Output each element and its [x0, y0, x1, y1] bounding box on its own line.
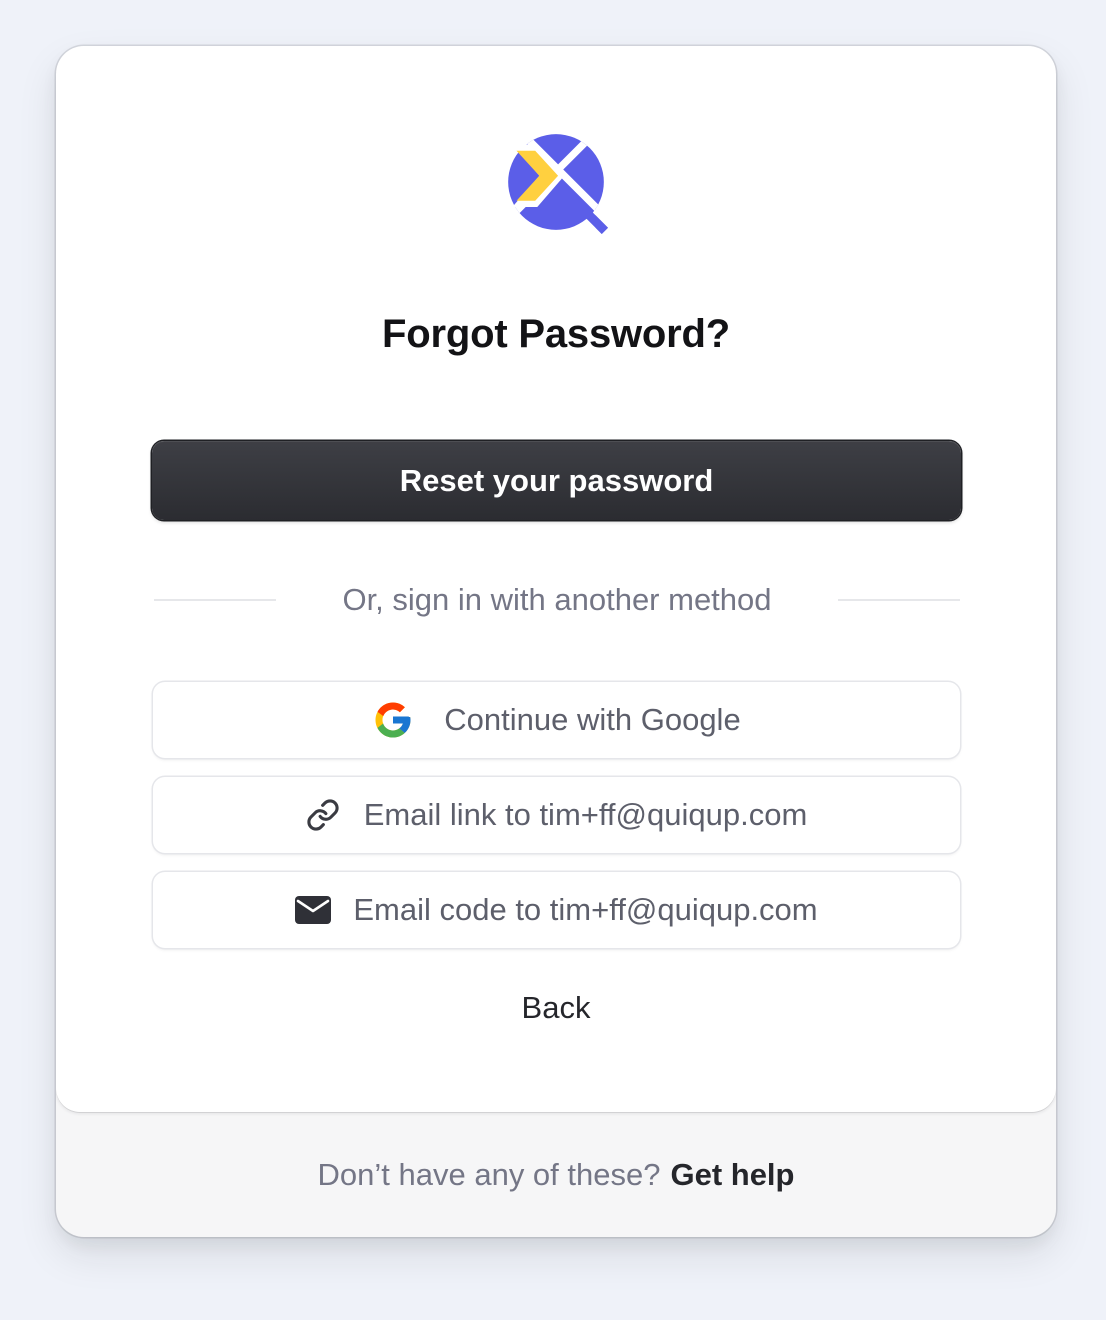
- divider-text: Or, sign in with another method: [342, 582, 772, 617]
- footer-text: Don’t have any of these?: [317, 1156, 661, 1192]
- page-title: Forgot Password?: [382, 312, 730, 356]
- sign-in-card: Forgot Password? Reset your password Or,…: [56, 46, 1056, 1237]
- google-icon: [372, 699, 414, 741]
- reset-password-button[interactable]: Reset your password: [152, 441, 961, 520]
- email-code-button[interactable]: Email code to tim+ff@quiqup.com: [153, 872, 960, 948]
- method-divider: Or, sign in with another method: [154, 580, 960, 620]
- link-icon: [306, 798, 340, 832]
- envelope-icon: [295, 892, 332, 928]
- email-link-label: Email link to tim+ff@quiqup.com: [363, 797, 808, 832]
- divider-line-right: [838, 599, 960, 601]
- continue-with-google-button[interactable]: Continue with Google: [153, 682, 960, 758]
- card-footer: Don’t have any of these? Get help: [56, 1112, 1056, 1237]
- quiqup-logo-icon: [504, 130, 608, 234]
- reset-password-label: Reset your password: [399, 462, 714, 498]
- divider-line-left: [154, 599, 276, 601]
- back-link[interactable]: Back: [56, 990, 1056, 1026]
- email-link-button[interactable]: Email link to tim+ff@quiqup.com: [153, 777, 960, 853]
- email-code-label: Email code to tim+ff@quiqup.com: [353, 892, 818, 927]
- get-help-link[interactable]: Get help: [670, 1157, 794, 1193]
- card-body: Forgot Password? Reset your password Or,…: [56, 46, 1056, 1112]
- continue-with-google-label: Continue with Google: [444, 702, 741, 737]
